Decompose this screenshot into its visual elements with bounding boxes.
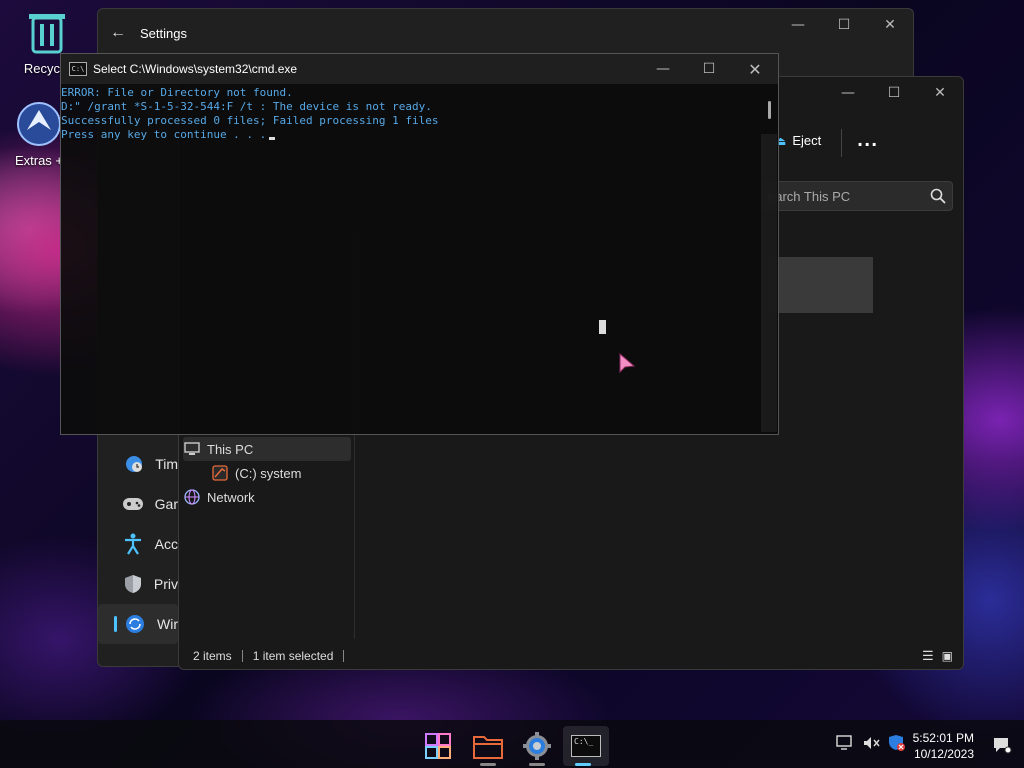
- search-input[interactable]: earch This PC: [768, 189, 930, 204]
- explorer-statusbar: 2 items 1 item selected ☰ ▣: [179, 643, 963, 669]
- minimize-icon[interactable]: —: [640, 54, 686, 84]
- eject-label: Eject: [792, 133, 822, 148]
- minimize-icon[interactable]: —: [775, 9, 821, 41]
- sidebar-item-label: Network: [207, 489, 255, 505]
- close-icon[interactable]: ✕: [732, 54, 778, 84]
- console-line: Successfully processed 0 files; Failed p…: [61, 114, 439, 127]
- sidebar-item-label: This PC: [207, 441, 254, 457]
- eject-button[interactable]: ⏏ Eject: [775, 133, 821, 148]
- settings-title: Settings: [140, 25, 187, 41]
- sync-icon: [122, 614, 147, 634]
- text-cursor: [269, 137, 276, 140]
- drive-icon: [211, 465, 229, 481]
- close-icon[interactable]: ✕: [917, 77, 963, 109]
- settings-window-controls: — ☐ ✕: [775, 9, 913, 41]
- settings-nav-privacy[interactable]: Priv: [98, 564, 178, 604]
- close-icon[interactable]: ✕: [867, 9, 913, 41]
- sidebar-item-c-drive[interactable]: (C:) system: [211, 461, 351, 485]
- explorer-window-controls: — ☐ ✕: [825, 77, 963, 109]
- settings-nav-label: Tim: [155, 456, 178, 472]
- gamepad-icon: [122, 496, 145, 512]
- maximize-icon[interactable]: ☐: [871, 77, 917, 109]
- gear-icon: [523, 732, 551, 760]
- globe-clock-icon: [122, 454, 145, 474]
- taskbar-command-prompt[interactable]: C:\_: [563, 726, 609, 766]
- folder-icon: [473, 736, 503, 759]
- taskbar: C:\_ 5:52:01 PM 10/12/2023: [0, 720, 1024, 768]
- network-monitor-icon[interactable]: [836, 735, 854, 751]
- cmd-app-icon: C:\: [69, 62, 87, 76]
- search-icon[interactable]: [930, 188, 946, 204]
- accessibility-icon: [122, 533, 145, 555]
- taskbar-file-explorer[interactable]: [468, 726, 508, 766]
- settings-nav-label: Priv: [153, 576, 178, 592]
- status-item-count: 2 items: [193, 649, 232, 663]
- settings-nav-accessibility[interactable]: Acc: [98, 524, 178, 564]
- search-box[interactable]: earch This PC: [761, 181, 953, 211]
- minimize-icon[interactable]: —: [825, 77, 871, 109]
- settings-nav-label: Wir: [157, 616, 178, 632]
- extras-icon: [17, 102, 61, 146]
- scrollbar-track[interactable]: [761, 134, 777, 432]
- start-icon: [425, 733, 451, 759]
- sidebar-item-network[interactable]: Network: [183, 485, 351, 509]
- sidebar-item-label: (C:) system: [235, 465, 302, 481]
- cmd-window[interactable]: C:\ Select C:\Windows\system32\cmd.exe —…: [60, 53, 779, 435]
- console-output[interactable]: ERROR: File or Directory not found. D:" …: [61, 84, 778, 142]
- cmd-title: Select C:\Windows\system32\cmd.exe: [93, 62, 298, 76]
- status-selected-count: 1 item selected: [252, 649, 334, 663]
- recycle-bin-icon: [29, 14, 65, 54]
- sidebar-item-this-pc[interactable]: This PC: [183, 437, 351, 461]
- settings-nav-gaming[interactable]: Gar: [98, 484, 178, 524]
- details-view-icon[interactable]: ☰: [922, 648, 934, 664]
- taskbar-settings[interactable]: [517, 726, 557, 766]
- start-button[interactable]: [418, 726, 458, 766]
- settings-nav-time[interactable]: Tim: [98, 444, 178, 484]
- terminal-icon: C:\_: [571, 735, 601, 757]
- settings-nav-label: Acc: [154, 536, 178, 552]
- maximize-icon[interactable]: ☐: [686, 54, 732, 84]
- clock-time: 5:52:01 PM: [912, 731, 974, 745]
- cmd-window-controls: — ☐ ✕: [640, 54, 778, 84]
- security-shield-icon[interactable]: [888, 734, 906, 752]
- console-line: Press any key to continue . . .: [61, 128, 267, 141]
- maximize-icon[interactable]: ☐: [821, 9, 867, 41]
- taskbar-clock[interactable]: 5:52:01 PM 10/12/2023: [913, 730, 974, 762]
- toolbar-divider: [841, 129, 842, 157]
- console-line: ERROR: File or Directory not found.: [61, 86, 293, 99]
- tiles-view-icon[interactable]: ▣: [942, 649, 953, 663]
- settings-nav-windows-update[interactable]: Wir: [98, 604, 178, 644]
- console-line: D:" /grant *S-1-5-32-544:F /t : The devi…: [61, 100, 432, 113]
- scrollbar-thumb[interactable]: [768, 101, 771, 119]
- back-arrow-icon[interactable]: ←: [110, 24, 140, 42]
- status-divider: [343, 650, 345, 662]
- system-tray: [836, 734, 906, 752]
- notification-icon[interactable]: [992, 736, 1012, 754]
- computer-icon: [183, 442, 201, 456]
- text-caret: [599, 320, 606, 334]
- volume-muted-icon[interactable]: [862, 735, 880, 751]
- clock-date: 10/12/2023: [913, 747, 974, 761]
- drive-tile-cd[interactable]: [769, 257, 873, 313]
- status-divider: [241, 650, 243, 662]
- mouse-pointer-icon: [619, 352, 636, 374]
- more-options-button[interactable]: ...: [857, 131, 878, 150]
- network-globe-icon: [183, 489, 201, 505]
- shield-icon: [122, 574, 144, 594]
- settings-nav-label: Gar: [154, 496, 178, 512]
